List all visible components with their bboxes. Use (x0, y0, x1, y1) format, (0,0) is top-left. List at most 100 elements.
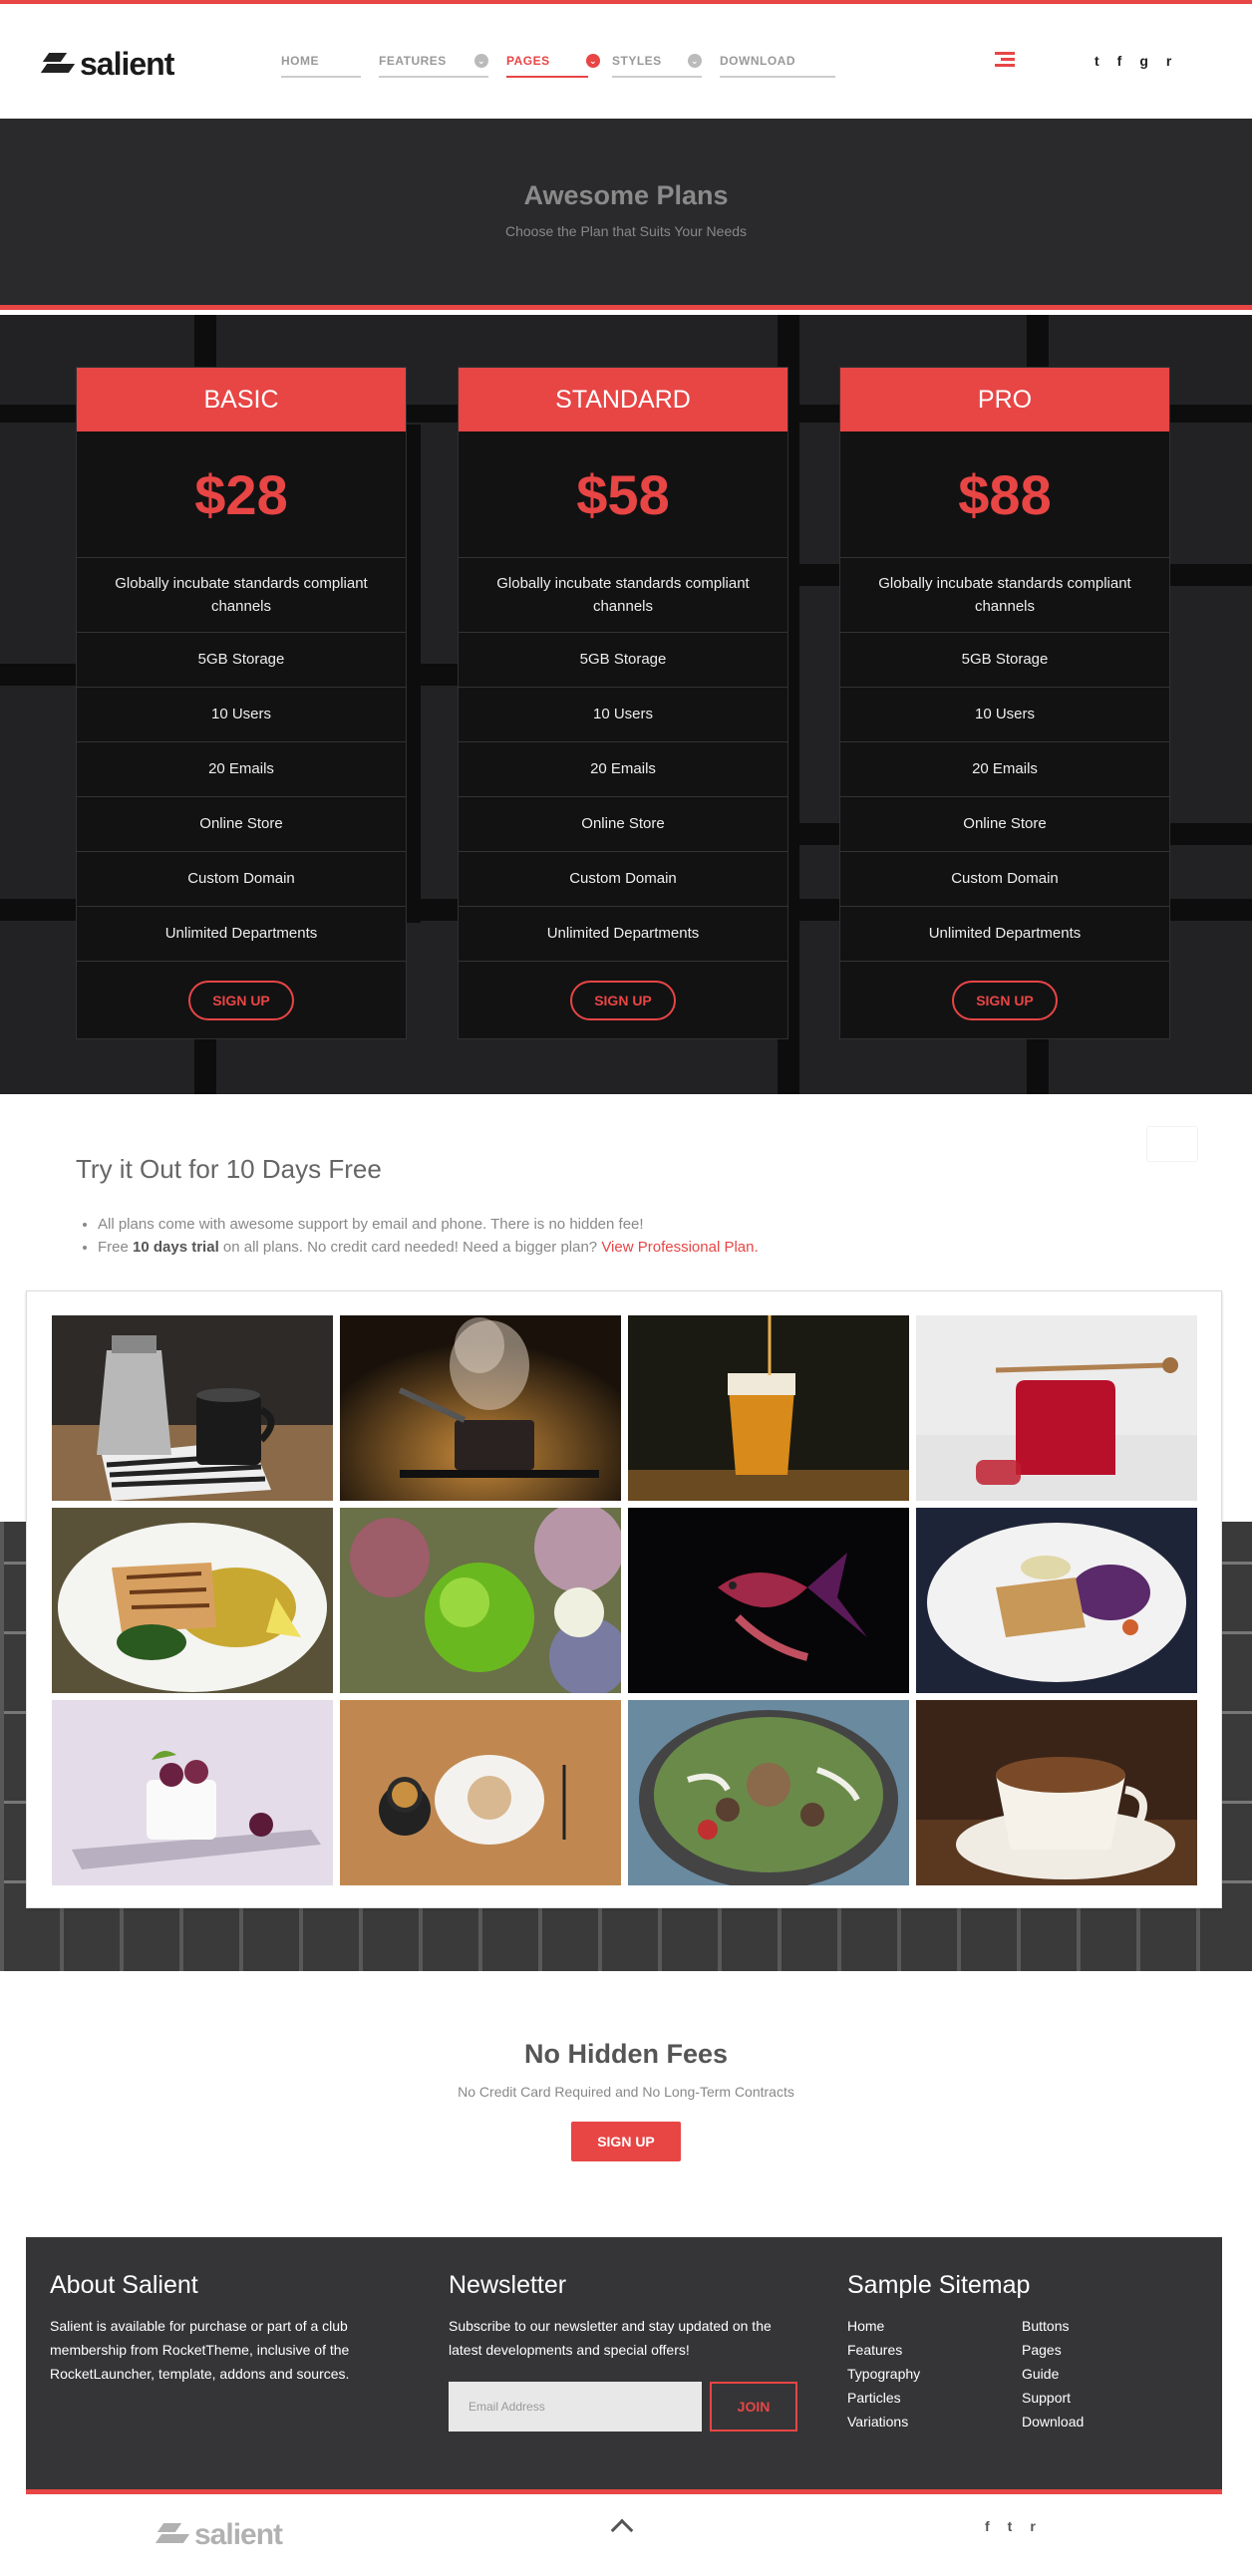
nav-label: HOME (281, 54, 319, 68)
plan-feature: 10 Users (840, 688, 1169, 742)
mushroom-dish-image[interactable] (628, 1700, 909, 1885)
chevron-up-icon[interactable] (610, 2518, 634, 2542)
newsletter-form: Email Address JOIN (449, 2382, 797, 2432)
steaming-pot-image[interactable] (340, 1315, 621, 1501)
sitemap-links: Home Buttons Features Pages Typography G… (847, 2314, 1166, 2433)
footer-about-title: About Salient (50, 2271, 198, 2299)
sitemap-link-buttons[interactable]: Buttons (1022, 2314, 1141, 2338)
sitemap-link-pages[interactable]: Pages (1022, 2338, 1141, 2362)
list-item: All plans come with awesome support by e… (98, 1216, 759, 1233)
logo-text: salient (80, 46, 174, 82)
tea-and-cookie-image[interactable] (340, 1700, 621, 1885)
footer-social: f t r (985, 2518, 1036, 2534)
trial-title: Try it Out for 10 Days Free (76, 1154, 382, 1184)
signup-button[interactable]: SIGN UP (952, 980, 1058, 1020)
plan-feature: 20 Emails (840, 742, 1169, 797)
footer-newsletter: Newsletter Subscribe to our newsletter a… (449, 2271, 797, 2432)
pricing-title: Awesome Plans (523, 180, 729, 210)
sitemap-link-features[interactable]: Features (847, 2338, 1022, 2362)
plan-feature: Custom Domain (77, 852, 406, 907)
plan-card-basic: BASIC $28 Globally incubate standards comp… (76, 367, 407, 1039)
grilled-fish-plate-image[interactable] (52, 1508, 333, 1693)
building-column (0, 1522, 4, 1971)
plan-footer: SIGN UP (77, 962, 406, 1038)
faint-widget (1146, 1126, 1198, 1162)
sitemap-link-home[interactable]: Home (847, 2314, 1022, 2338)
sitemap-link-download[interactable]: Download (1022, 2410, 1141, 2433)
twitter-icon[interactable]: t (1008, 2518, 1013, 2534)
logo-mark-icon (40, 51, 76, 79)
plan-feature: Online Store (77, 797, 406, 852)
fees-section: No Hidden Fees No Credit Card Required a… (0, 1971, 1252, 2237)
honey-jar-image[interactable] (916, 1315, 1197, 1501)
plan-footer: SIGN UP (840, 962, 1169, 1038)
footer-newsletter-title: Newsletter (449, 2271, 567, 2299)
plans-row: BASIC $28 Globally incubate standards comp… (76, 367, 1170, 1039)
plan-footer: SIGN UP (459, 962, 787, 1038)
plan-name: STANDARD (459, 368, 787, 431)
fish-dark-image[interactable] (628, 1508, 909, 1693)
site-logo[interactable]: salient (40, 46, 174, 83)
nav-item-styles[interactable]: STYLES ⌄ (612, 52, 702, 78)
plan-card-pro: PRO $88 Globally incubate standards compli… (839, 367, 1170, 1039)
pricing-subtitle: Choose the Plan that Suits Your Needs (504, 223, 748, 239)
plan-feature: 5GB Storage (77, 633, 406, 688)
main-nav: HOME FEATURES ⌄ PAGES ⌄ STYLES ⌄ DOWNLOA… (281, 52, 853, 78)
site-header: salient HOME FEATURES ⌄ PAGES ⌄ STYLES ⌄… (0, 0, 1252, 119)
nav-label: PAGES (506, 54, 550, 68)
signup-button[interactable]: SIGN UP (188, 980, 294, 1020)
logo-text: salient (194, 2518, 283, 2551)
rss-icon[interactable]: r (1166, 53, 1171, 69)
trial-bullet-1: All plans come with awesome support by e… (98, 1216, 644, 1233)
signup-button[interactable]: SIGN UP (570, 980, 676, 1020)
plan-feature: Unlimited Departments (459, 907, 787, 962)
trial-bullet-2-pre: Free (98, 1239, 134, 1256)
chicken-cabbage-plate-image[interactable] (916, 1508, 1197, 1693)
sitemap-link-guide[interactable]: Guide (1022, 2362, 1141, 2386)
plan-feature: 5GB Storage (840, 633, 1169, 688)
join-button[interactable]: JOIN (710, 2382, 797, 2432)
sitemap-link-particles[interactable]: Particles (847, 2386, 1022, 2410)
menu-toggle-icon[interactable] (995, 52, 1015, 68)
plan-feature: 5GB Storage (459, 633, 787, 688)
trial-section: Try it Out for 10 Days Free All plans co… (0, 1094, 1252, 1290)
nav-label: STYLES (612, 54, 662, 68)
bottom-logo[interactable]: salient (155, 2518, 283, 2552)
trial-bullet-2-bold: 10 days trial (133, 1239, 219, 1256)
sitemap-link-variations[interactable]: Variations (847, 2410, 1022, 2433)
facebook-icon[interactable]: f (985, 2518, 990, 2534)
professional-plan-link[interactable]: View Professional Plan. (601, 1239, 758, 1256)
nav-item-features[interactable]: FEATURES ⌄ (379, 52, 488, 78)
plan-feature: Custom Domain (840, 852, 1169, 907)
twitter-icon[interactable]: t (1095, 53, 1099, 69)
beer-glass-image[interactable] (628, 1315, 909, 1501)
logo-mark-icon (155, 2521, 190, 2549)
nav-item-home[interactable]: HOME (281, 52, 361, 78)
panna-cotta-image[interactable] (52, 1700, 333, 1885)
fees-signup-button[interactable]: SIGN UP (571, 2122, 681, 2161)
plan-feature: Online Store (459, 797, 787, 852)
fees-subtitle: No Credit Card Required and No Long-Term… (458, 2084, 794, 2100)
sitemap-link-typography[interactable]: Typography (847, 2362, 1022, 2386)
footer-about: About Salient Salient is available for p… (50, 2271, 389, 2386)
coffee-cup-image[interactable] (916, 1700, 1197, 1885)
footer-about-text: Salient is available for purchase or par… (50, 2318, 350, 2382)
sitemap-link-support[interactable]: Support (1022, 2386, 1141, 2410)
plan-price: $28 (77, 431, 406, 558)
nav-label: DOWNLOAD (720, 54, 795, 68)
chevron-down-icon: ⌄ (688, 54, 702, 68)
google-plus-icon[interactable]: g (1139, 53, 1148, 69)
plan-price: $58 (459, 431, 787, 558)
email-field[interactable]: Email Address (449, 2382, 702, 2432)
plan-feature: 10 Users (77, 688, 406, 742)
nav-item-pages[interactable]: PAGES ⌄ (506, 52, 600, 78)
footer: About Salient Salient is available for p… (26, 2237, 1222, 2494)
rss-icon[interactable]: r (1030, 2518, 1035, 2534)
green-flower-image[interactable] (340, 1508, 621, 1693)
coffee-moka-pot-image[interactable] (52, 1315, 333, 1501)
plan-feature: Online Store (840, 797, 1169, 852)
plan-feature: 10 Users (459, 688, 787, 742)
nav-item-download[interactable]: DOWNLOAD (720, 52, 835, 78)
bottom-bar: salient f t r (0, 2494, 1252, 2576)
facebook-icon[interactable]: f (1117, 53, 1122, 69)
